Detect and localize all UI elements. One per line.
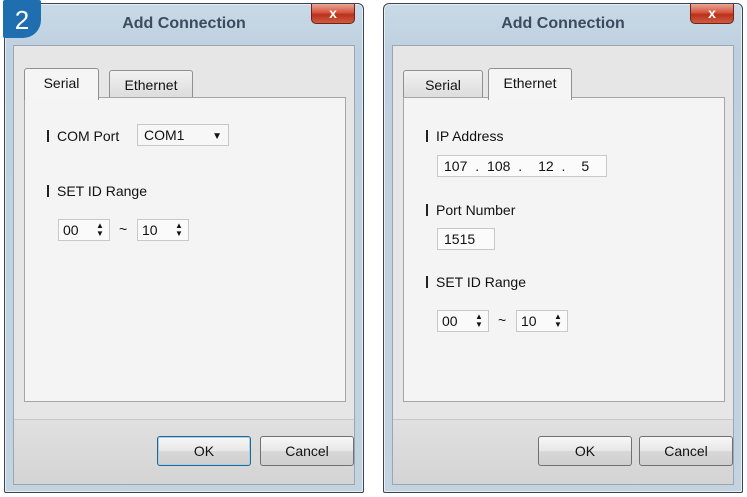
- ok-button[interactable]: OK: [538, 436, 632, 466]
- dialog-title: Add Connection: [501, 15, 625, 32]
- ip-dot: .: [475, 158, 480, 174]
- up-down-arrows-icon[interactable]: ▲ ▼: [174, 222, 184, 238]
- ip-dot: .: [561, 158, 566, 174]
- set-id-from-value: 00: [63, 222, 79, 238]
- dialog-body: Serial Ethernet COM Port COM1 ▼ SET ID R…: [13, 45, 355, 485]
- label-bar-icon: [426, 276, 428, 288]
- com-port-label: COM Port: [47, 128, 119, 144]
- ip-octet-1[interactable]: 107: [444, 158, 467, 174]
- up-down-arrows-icon[interactable]: ▲ ▼: [95, 222, 105, 238]
- set-id-to-value: 10: [521, 313, 537, 329]
- ip-octet-2[interactable]: 108: [487, 158, 510, 174]
- label-bar-icon: [426, 204, 428, 216]
- set-id-to-spinner[interactable]: 10 ▲ ▼: [137, 219, 189, 241]
- dialog-footer: OK Cancel: [14, 419, 354, 484]
- label-bar-icon: [47, 130, 49, 142]
- set-id-to-value: 10: [142, 222, 158, 238]
- tab-ethernet[interactable]: Ethernet: [488, 68, 572, 100]
- tab-ethernet[interactable]: Ethernet: [109, 70, 193, 98]
- dialog-body: Serial Ethernet IP Address 107 . 108 . 1…: [392, 45, 734, 485]
- ethernet-tab-panel: IP Address 107 . 108 . 12 . 5 Port Numbe…: [403, 97, 725, 402]
- set-id-from-spinner[interactable]: 00 ▲ ▼: [58, 219, 110, 241]
- set-id-range-label: SET ID Range: [426, 274, 526, 290]
- range-separator: ~: [119, 221, 128, 237]
- dialog-footer: OK Cancel: [393, 419, 733, 484]
- port-number-input[interactable]: 1515: [437, 228, 495, 250]
- port-number-label: Port Number: [426, 202, 515, 218]
- ip-address-input[interactable]: 107 . 108 . 12 . 5: [437, 155, 607, 177]
- range-separator: ~: [498, 312, 507, 328]
- com-port-value: COM1: [144, 127, 185, 143]
- add-connection-dialog-ethernet: Add Connection x Serial Ethernet IP Addr…: [383, 3, 743, 493]
- tab-serial[interactable]: Serial: [403, 70, 483, 98]
- set-id-to-spinner[interactable]: 10 ▲ ▼: [516, 310, 568, 332]
- com-port-select[interactable]: COM1 ▼: [137, 124, 229, 146]
- dialog-title: Add Connection: [122, 15, 246, 32]
- ip-octet-3[interactable]: 12: [538, 158, 554, 174]
- label-bar-icon: [47, 185, 49, 197]
- close-button[interactable]: x: [690, 4, 734, 24]
- set-id-from-spinner[interactable]: 00 ▲ ▼: [437, 310, 489, 332]
- set-id-from-value: 00: [442, 313, 458, 329]
- cancel-button[interactable]: Cancel: [260, 436, 354, 466]
- set-id-range-label: SET ID Range: [47, 183, 147, 199]
- chevron-down-icon: ▼: [212, 131, 222, 142]
- cancel-button[interactable]: Cancel: [639, 436, 733, 466]
- ip-octet-4[interactable]: 5: [581, 158, 589, 174]
- ip-address-label: IP Address: [426, 128, 503, 144]
- ip-dot: .: [518, 158, 523, 174]
- serial-tab-panel: COM Port COM1 ▼ SET ID Range 00 ▲ ▼ ~ 10 …: [24, 97, 346, 402]
- up-down-arrows-icon[interactable]: ▲ ▼: [474, 313, 484, 329]
- ok-button[interactable]: OK: [157, 436, 251, 466]
- up-down-arrows-icon[interactable]: ▲ ▼: [553, 313, 563, 329]
- add-connection-dialog-serial: 2 Add Connection x Serial Ethernet COM P…: [3, 0, 364, 493]
- tab-serial[interactable]: Serial: [24, 68, 99, 100]
- label-bar-icon: [426, 130, 428, 142]
- close-button[interactable]: x: [311, 4, 355, 24]
